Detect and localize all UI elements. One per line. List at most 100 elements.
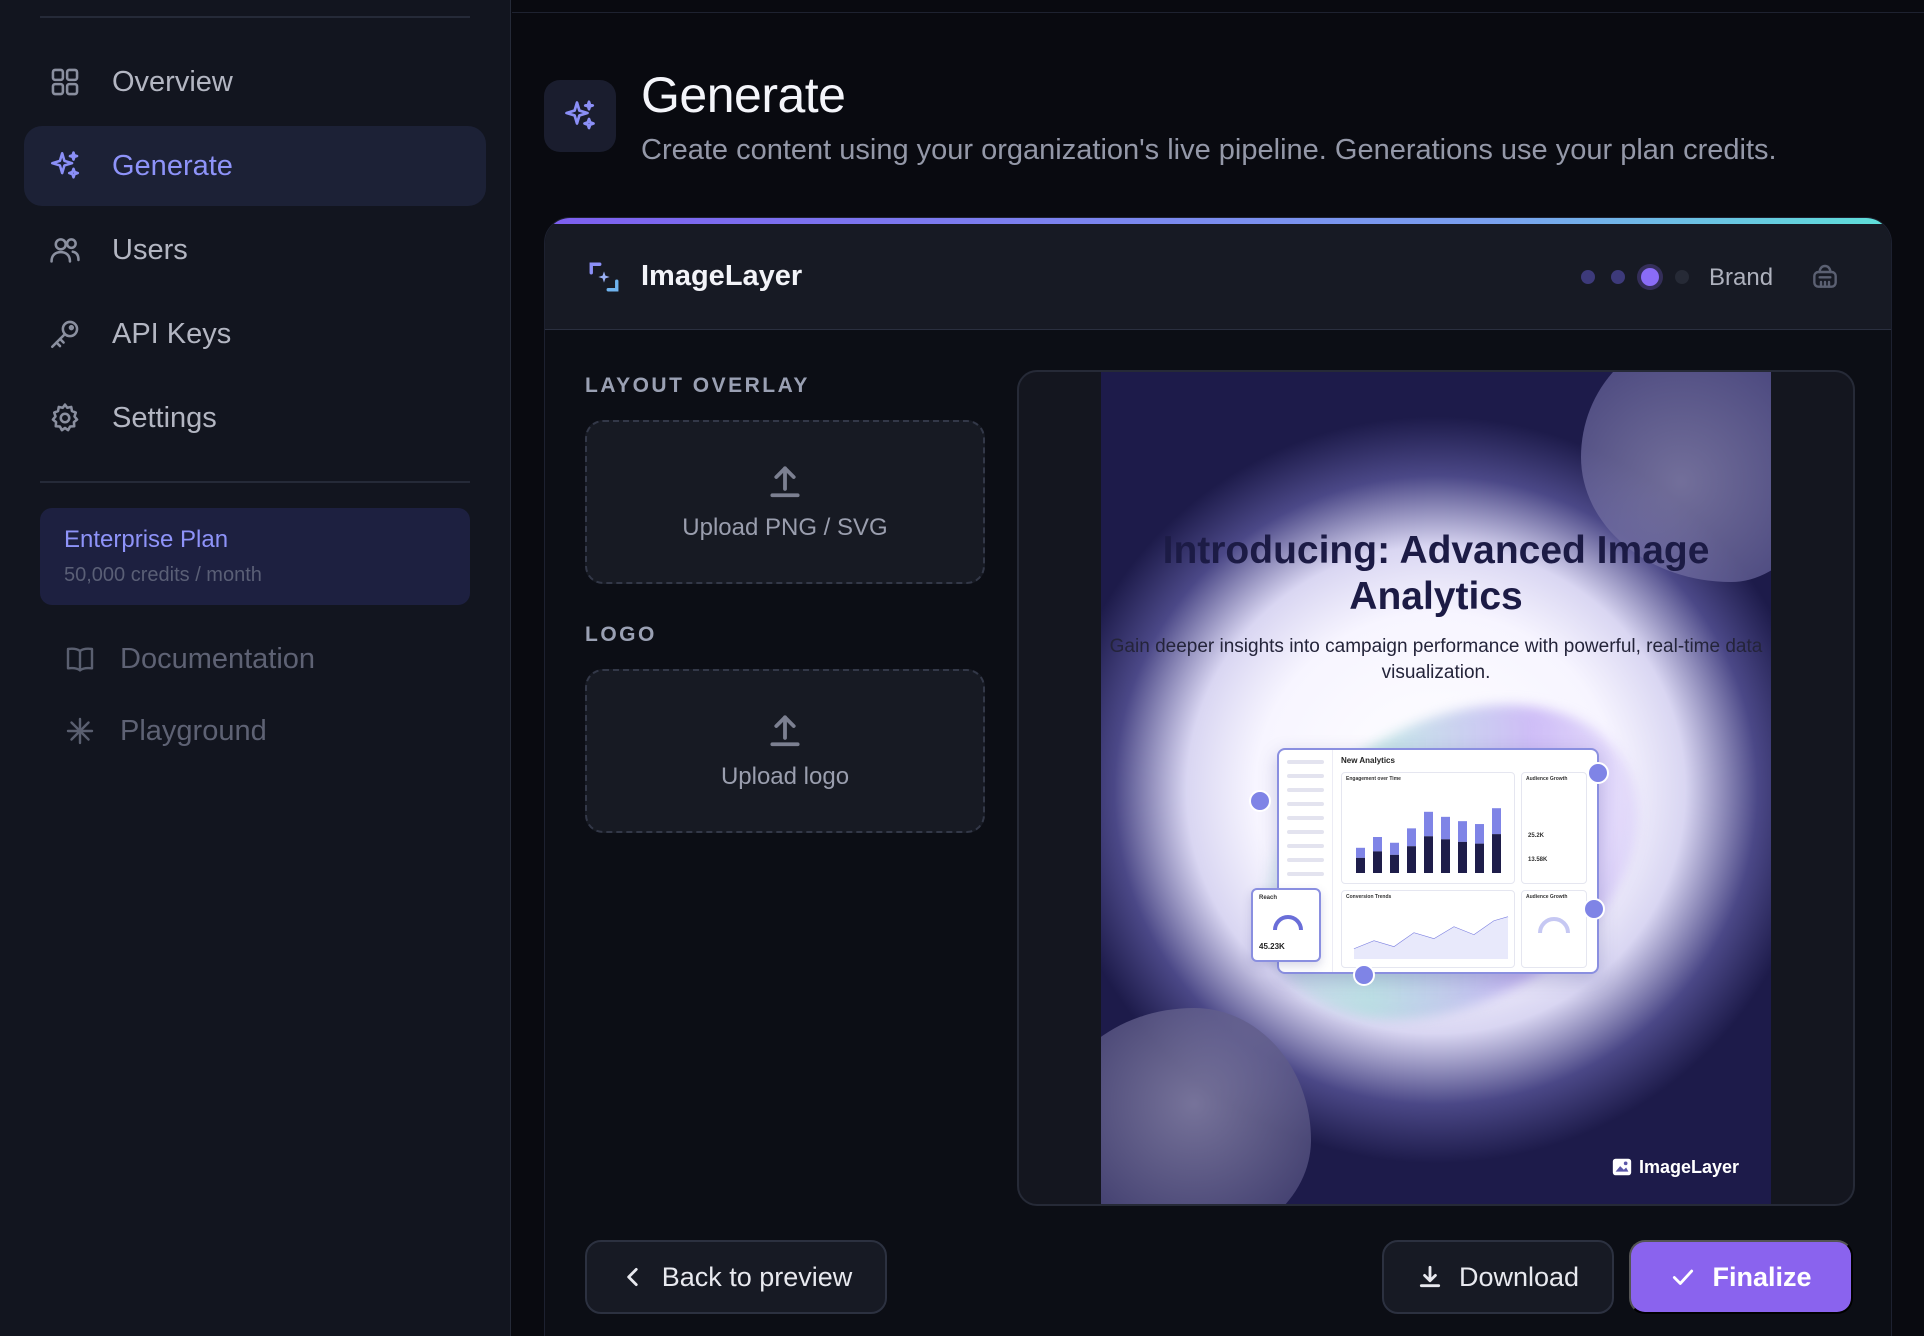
sidebar-top-divider [40, 16, 470, 18]
page-subtitle: Create content using your organization's… [641, 134, 1777, 166]
sparkles-icon [565, 100, 595, 130]
bar-top [1407, 828, 1416, 847]
main-top-divider [512, 12, 1924, 13]
page-icon [544, 80, 616, 152]
plan-name: Enterprise Plan [64, 526, 229, 553]
bar-bottom [1407, 846, 1416, 873]
download-icon [1419, 1265, 1441, 1288]
engagement-bar-chart [1356, 808, 1501, 873]
decor-badge [1353, 964, 1375, 986]
bar-top [1458, 821, 1467, 842]
bar-bottom [1492, 834, 1501, 873]
sidebar-item-overview[interactable]: Overview [24, 42, 486, 122]
panel-title: Audience Growth [1526, 776, 1568, 782]
preview-reach-card: Reach 45.23K [1251, 888, 1321, 962]
bar-bottom [1441, 839, 1450, 873]
decor-badge [1249, 790, 1271, 812]
preview-frame: Introducing: Advanced Image Analytics Ga… [1017, 370, 1855, 1206]
preview-subtitle: Gain deeper insights into campaign perfo… [1109, 636, 1763, 683]
chevron-left-icon [626, 1268, 638, 1286]
preview-title: Introducing: Advanced Image Analytics [1162, 529, 1710, 618]
dashboard-panel: Audience Growth 25.2K 13.58K [1521, 772, 1587, 884]
bar-top [1373, 837, 1382, 852]
dashboard-panel: Engagement over Time [1341, 772, 1515, 884]
book-icon [66, 647, 94, 672]
bar-top [1424, 811, 1433, 837]
reach-gauge [1273, 915, 1303, 931]
layout-overlay-label: LAYOUT OVERLAY [585, 374, 810, 397]
sidebar-item-label: Overview [112, 65, 233, 98]
sidebar-item-api-keys[interactable]: API Keys [24, 294, 486, 374]
step-label: Brand [1709, 264, 1774, 291]
button-label: Back to preview [661, 1261, 853, 1292]
sidebar-item-label: API Keys [112, 317, 232, 350]
sidebar-item-label: Generate [112, 149, 233, 182]
preview-brand-name: ImageLayer [1638, 1156, 1739, 1177]
upload-icon [770, 715, 800, 747]
reach-value: 45.23K [1259, 942, 1285, 951]
dropzone-label: Upload PNG / SVG [682, 514, 888, 541]
sidebar: Overview Generate Users API Keys Setting… [0, 0, 511, 1336]
sidebar-link-documentation[interactable]: Documentation [64, 636, 484, 682]
dashboard-title: New Analytics [1341, 756, 1395, 765]
dashboard-panel: Conversion Trends [1341, 890, 1515, 968]
conversion-line-chart [1353, 916, 1509, 959]
plan-credits: 50,000 credits / month [64, 564, 262, 586]
step-indicator [1581, 268, 1689, 286]
bar-bottom [1373, 851, 1382, 873]
decor-blob [1101, 1008, 1311, 1204]
sidebar-item-settings[interactable]: Settings [24, 378, 486, 458]
logo-label: LOGO [585, 623, 657, 646]
dashboard-panel: Audience Growth [1521, 890, 1587, 968]
check-icon [1673, 1269, 1694, 1285]
card-header: ImageLayer Brand [545, 224, 1891, 330]
bar-top [1492, 808, 1501, 835]
sidebar-link-playground[interactable]: Playground [64, 708, 484, 754]
button-label: Download [1458, 1261, 1580, 1292]
page-title: Generate [641, 67, 846, 123]
gauge-chart [1538, 917, 1570, 934]
generate-card: ImageLayer Brand LAYOUT OVERLAY Upload P… [544, 217, 1892, 1336]
sparkles-icon [48, 149, 82, 183]
image-icon [1612, 1158, 1632, 1176]
button-label: Finalize [1712, 1261, 1812, 1292]
bar-bottom [1424, 836, 1433, 873]
back-to-preview-button[interactable]: Back to preview [585, 1240, 887, 1314]
download-button[interactable]: Download [1382, 1240, 1614, 1314]
bar-bottom [1475, 843, 1484, 873]
logo-dropzone[interactable]: Upload logo [585, 669, 985, 833]
step-dot-current[interactable] [1641, 268, 1659, 286]
bar-top [1390, 842, 1399, 855]
preview-image: Introducing: Advanced Image Analytics Ga… [1101, 372, 1771, 1204]
layout-overlay-dropzone[interactable]: Upload PNG / SVG [585, 420, 985, 584]
preview-brand: ImageLayer [1611, 1156, 1739, 1178]
sidebar-divider [40, 481, 470, 483]
bar-top [1441, 816, 1450, 840]
step-dot[interactable] [1581, 270, 1595, 284]
grid-icon [48, 65, 82, 99]
bar-top [1356, 847, 1365, 858]
decor-badge [1587, 762, 1609, 784]
sidebar-link-label: Playground [120, 714, 267, 747]
sidebar-item-label: Users [112, 233, 188, 266]
bar-top [1475, 824, 1484, 844]
finalize-button[interactable]: Finalize [1629, 1240, 1853, 1314]
decor-badge [1583, 898, 1605, 920]
stat-value: 13.58K [1528, 857, 1548, 863]
step-dot[interactable] [1611, 270, 1625, 284]
sidebar-link-label: Documentation [120, 642, 316, 675]
step-dot[interactable] [1675, 270, 1689, 284]
users-icon [48, 233, 82, 267]
sidebar-item-generate[interactable]: Generate [24, 126, 486, 206]
sidebar-nav: Overview Generate Users API Keys Setting… [24, 42, 486, 462]
sidebar-item-users[interactable]: Users [24, 210, 486, 290]
gear-icon [48, 401, 82, 435]
key-icon [48, 317, 82, 351]
bar-bottom [1390, 854, 1399, 873]
bar-bottom [1356, 857, 1365, 873]
robot-icon[interactable] [1809, 260, 1841, 292]
plan-card[interactable]: Enterprise Plan 50,000 credits / month [40, 508, 470, 605]
upload-icon [770, 466, 800, 498]
stat-value: 25.2K [1528, 833, 1545, 839]
asterisk-icon [66, 717, 94, 745]
